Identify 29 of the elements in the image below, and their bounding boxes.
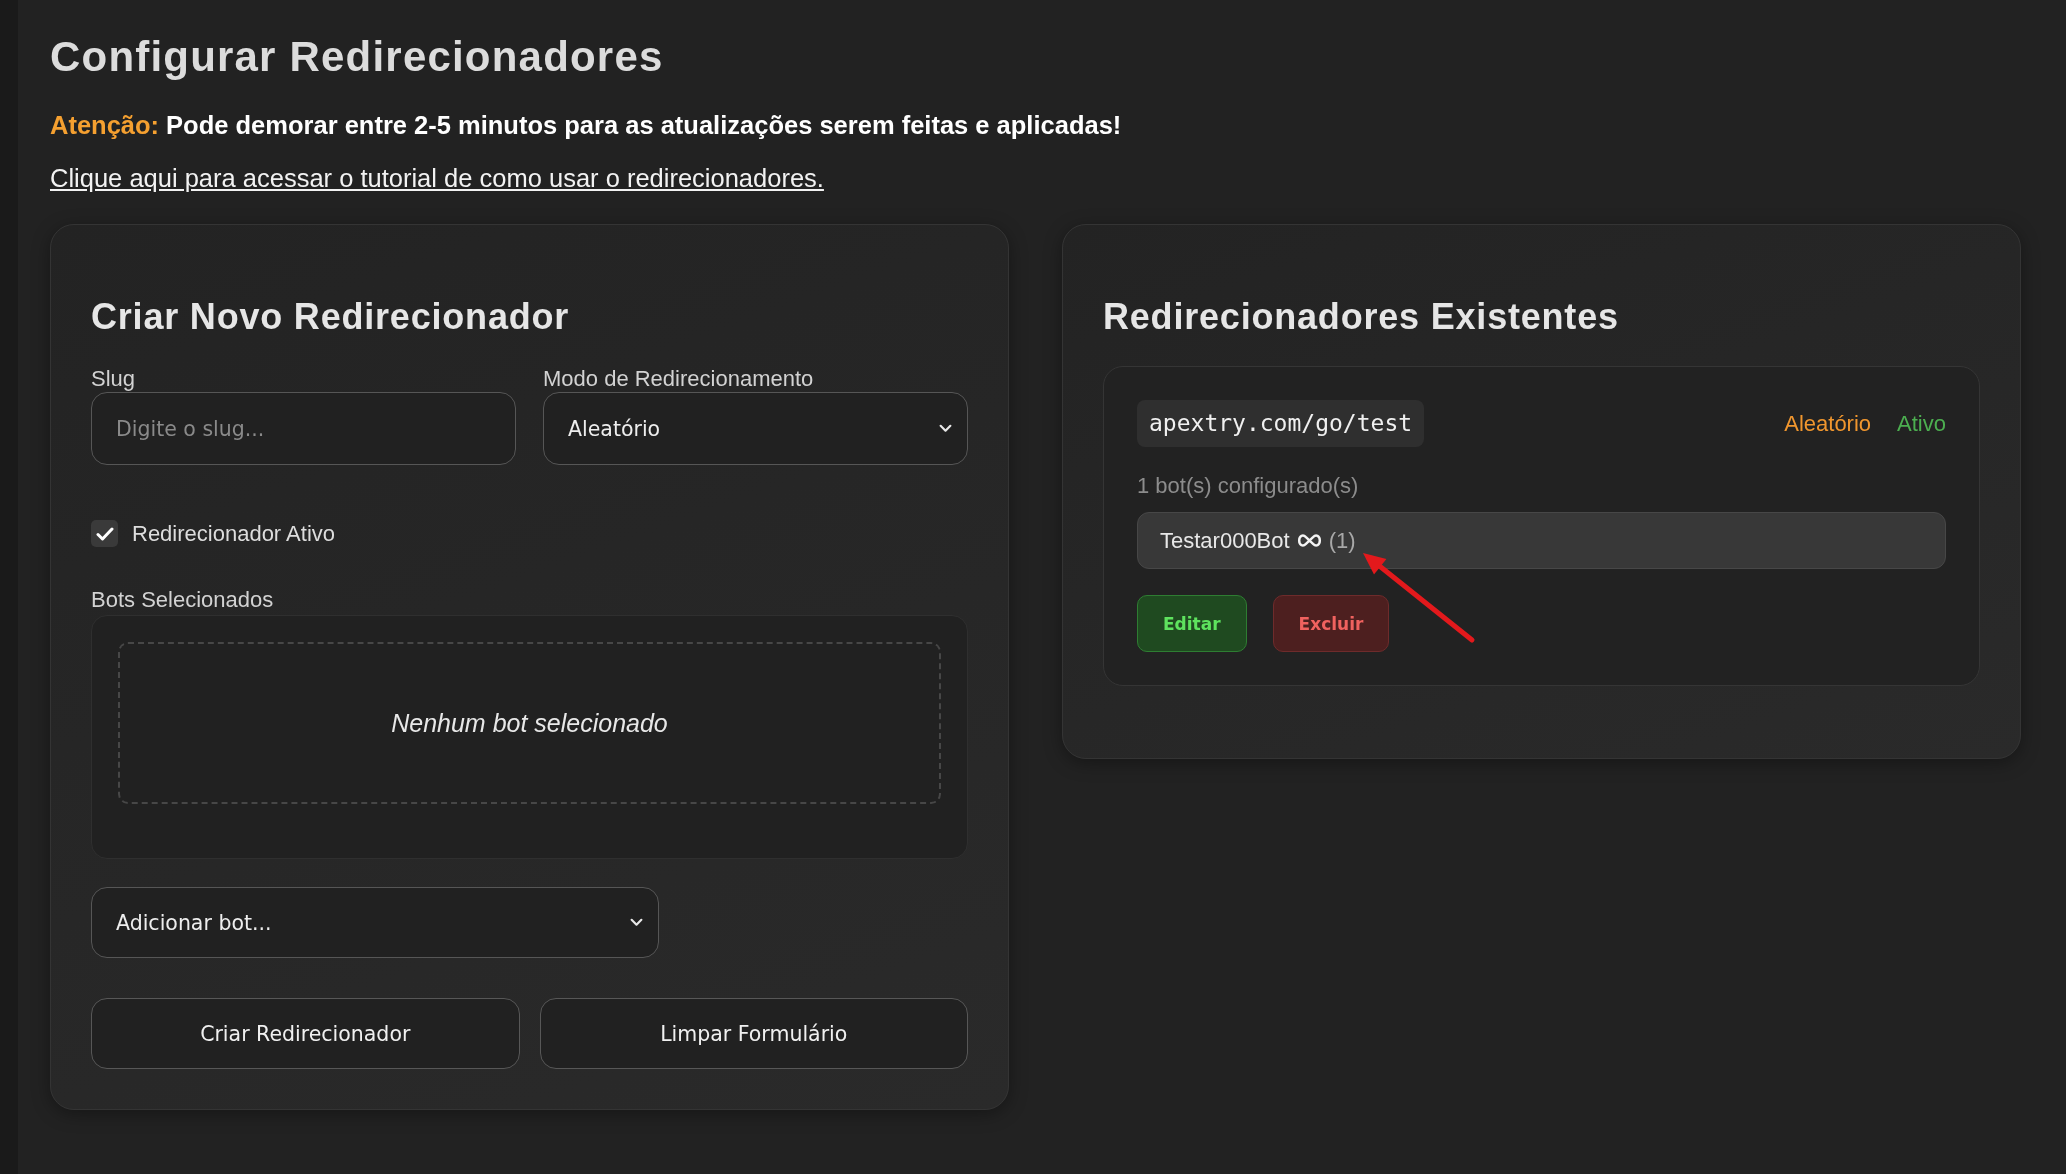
- field-label: Modo de Redirecionamento: [543, 366, 814, 392]
- slug-input[interactable]: Digite o slug...: [91, 392, 516, 465]
- create-button[interactable]: Criar Redirecionador: [91, 998, 520, 1069]
- mode-select[interactable]: Aleatório: [543, 392, 968, 465]
- field-label: Slug: [91, 366, 136, 392]
- warning-label: Atenção:: [50, 111, 160, 139]
- infinity-icon: [1296, 533, 1322, 548]
- clear-button[interactable]: Limpar Formulário: [539, 998, 968, 1069]
- chevron-down-icon: [630, 918, 643, 927]
- active-checkbox[interactable]: [91, 520, 118, 547]
- panel-title: Criar Novo Redirecionador: [91, 295, 571, 339]
- field-label: Bots Selecionados: [91, 587, 275, 613]
- panel-title: Redirecionadores Existentes: [1103, 295, 1620, 339]
- bot-usage-count: (1): [1328, 527, 1356, 554]
- page-title: Configurar Redirecionadores: [50, 33, 665, 81]
- empty-message: Nenhum bot selecionado: [391, 709, 668, 737]
- checkmark-icon: [95, 526, 114, 541]
- bot-count-text: 1 bot(s) configurado(s): [1137, 473, 1360, 499]
- edit-button[interactable]: Editar: [1137, 595, 1247, 652]
- status-label: Ativo: [1897, 410, 1946, 437]
- add-bot-select[interactable]: Adicionar bot...: [91, 887, 659, 958]
- tutorial-link[interactable]: Clique aqui para acessar o tutorial de como usar o redirecionadores.: [50, 164, 824, 192]
- chevron-down-icon: [939, 424, 952, 433]
- redirect-url: apextry.com/go/test: [1137, 400, 1425, 447]
- delete-button[interactable]: Excluir: [1272, 595, 1390, 652]
- checkbox-label: Redirecionador Ativo: [132, 520, 335, 547]
- bot-name: Testar000Bot: [1160, 527, 1290, 554]
- warning-message: Pode demorar entre 2-5 minutos para as atualizações serem feitas e aplicadas!: [166, 111, 1122, 139]
- mode-label: Aleatório: [1784, 410, 1872, 437]
